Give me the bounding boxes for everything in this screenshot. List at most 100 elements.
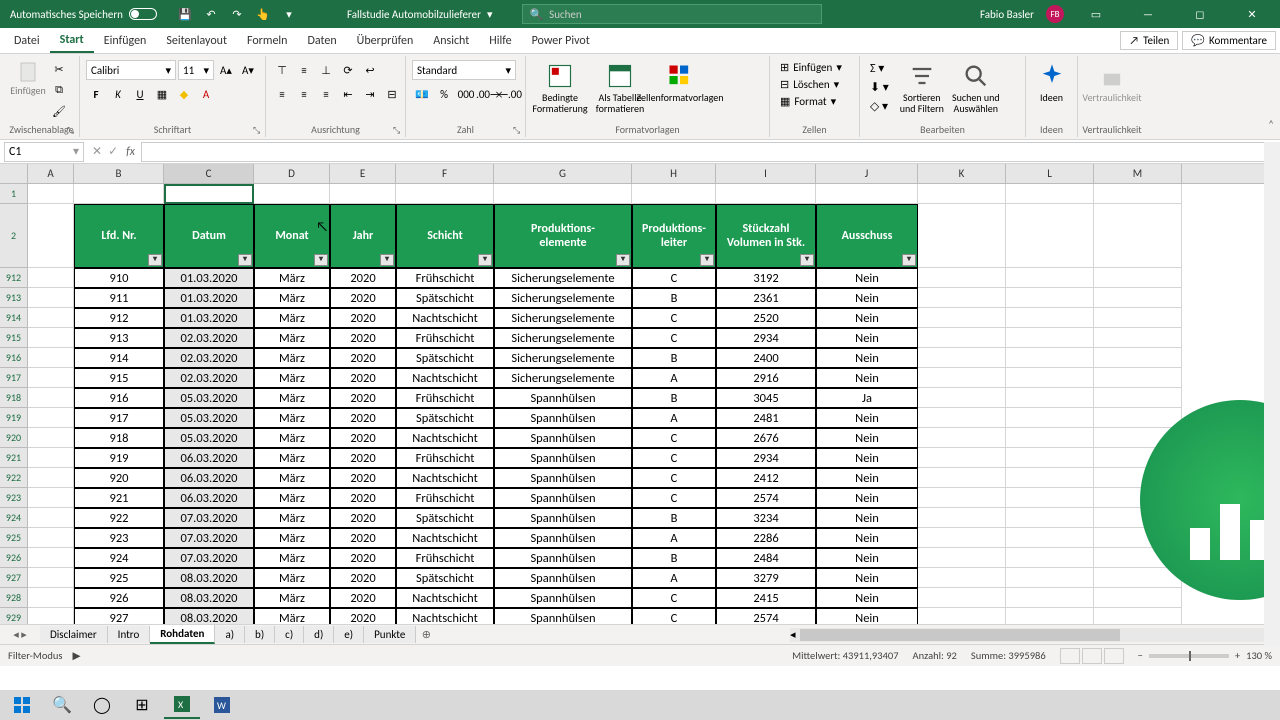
table-cell[interactable]: 2020 <box>330 608 396 624</box>
table-cell[interactable]: Nein <box>816 488 918 508</box>
row-header[interactable]: 922 <box>0 468 28 488</box>
table-header-produktionselemente[interactable]: Produktions- elemente▾ <box>494 204 632 268</box>
vertical-scrollbar[interactable] <box>1264 142 1280 646</box>
table-cell[interactable]: A <box>632 568 716 588</box>
table-cell[interactable]: Frühschicht <box>396 268 494 288</box>
paste-button[interactable]: Einfügen <box>10 60 46 96</box>
tab-data[interactable]: Daten <box>297 30 346 52</box>
table-cell[interactable]: Sicherungselemente <box>494 308 632 328</box>
table-cell[interactable]: B <box>632 348 716 368</box>
maximize-icon[interactable]: ◻ <box>1180 0 1220 28</box>
bold-button[interactable]: F <box>86 84 106 104</box>
filter-icon[interactable]: ▾ <box>148 254 162 266</box>
table-cell[interactable]: 915 <box>74 368 164 388</box>
table-cell[interactable]: Sicherungselemente <box>494 348 632 368</box>
sheet-tab-b[interactable]: b) <box>245 626 275 643</box>
table-cell[interactable]: 05.03.2020 <box>164 388 254 408</box>
table-cell[interactable]: 2020 <box>330 548 396 568</box>
col-header-f[interactable]: F <box>396 164 494 183</box>
close-icon[interactable]: ✕ <box>1232 0 1272 28</box>
collapse-ribbon-icon[interactable]: ˄ <box>1268 118 1274 131</box>
customize-qat-icon[interactable]: ▾ <box>281 6 297 22</box>
filter-icon[interactable]: ▾ <box>902 254 916 266</box>
formula-input[interactable] <box>141 142 1280 162</box>
col-header-m[interactable]: M <box>1094 164 1182 183</box>
ideas-button[interactable]: Ideen <box>1032 60 1071 103</box>
tab-home[interactable]: Start <box>50 29 94 53</box>
view-pagebreak-icon[interactable] <box>1104 648 1124 664</box>
table-cell[interactable]: 2286 <box>716 528 816 548</box>
document-title[interactable]: Fallstudie Automobilzulieferer ▾ <box>347 8 493 21</box>
col-header-h[interactable]: H <box>632 164 716 183</box>
table-cell[interactable]: 06.03.2020 <box>164 488 254 508</box>
table-cell[interactable]: Frühschicht <box>396 488 494 508</box>
col-header-i[interactable]: I <box>716 164 816 183</box>
table-cell[interactable]: 924 <box>74 548 164 568</box>
decrease-decimal-icon[interactable]: ←.00 <box>500 84 520 104</box>
table-header-lfdnr[interactable]: Lfd. Nr.▾ <box>74 204 164 268</box>
table-cell[interactable]: C <box>632 268 716 288</box>
table-cell[interactable]: März <box>254 368 330 388</box>
table-cell[interactable]: 923 <box>74 528 164 548</box>
row-header[interactable]: 917 <box>0 368 28 388</box>
filter-icon[interactable]: ▾ <box>616 254 630 266</box>
table-cell[interactable]: Nein <box>816 528 918 548</box>
table-cell[interactable]: März <box>254 488 330 508</box>
table-cell[interactable]: Frühschicht <box>396 548 494 568</box>
table-cell[interactable]: Nein <box>816 368 918 388</box>
table-cell[interactable]: C <box>632 588 716 608</box>
table-cell[interactable]: 2020 <box>330 408 396 428</box>
table-cell[interactable]: C <box>632 328 716 348</box>
table-cell[interactable]: Nachtschicht <box>396 528 494 548</box>
row-header[interactable]: 927 <box>0 568 28 588</box>
table-cell[interactable]: Nachtschicht <box>396 368 494 388</box>
row-header[interactable]: 2 <box>0 204 28 268</box>
table-cell[interactable]: 2916 <box>716 368 816 388</box>
table-cell[interactable]: 02.03.2020 <box>164 348 254 368</box>
zoom-in-icon[interactable]: + <box>1235 649 1240 662</box>
table-cell[interactable]: Spannhülsen <box>494 528 632 548</box>
table-cell[interactable]: Nachtschicht <box>396 428 494 448</box>
name-box[interactable]: C1▾ <box>4 142 84 162</box>
zoom-level[interactable]: 130 % <box>1246 649 1272 662</box>
table-cell[interactable]: Nachtschicht <box>396 308 494 328</box>
table-cell[interactable]: Spannhülsen <box>494 388 632 408</box>
row-header[interactable]: 923 <box>0 488 28 508</box>
enter-formula-icon[interactable]: ✓ <box>108 144 118 159</box>
fx-icon[interactable]: fx <box>126 145 141 159</box>
increase-indent-icon[interactable]: ⇥ <box>360 84 380 104</box>
table-cell[interactable]: 3045 <box>716 388 816 408</box>
table-cell[interactable]: 2020 <box>330 308 396 328</box>
table-cell[interactable]: Spannhülsen <box>494 448 632 468</box>
table-cell[interactable]: Spannhülsen <box>494 568 632 588</box>
tab-powerpivot[interactable]: Power Pivot <box>522 30 600 52</box>
font-size-combo[interactable]: 11▾ <box>178 60 214 80</box>
col-header-j[interactable]: J <box>816 164 918 183</box>
tab-review[interactable]: Überprüfen <box>347 30 424 52</box>
table-cell[interactable]: Nein <box>816 268 918 288</box>
table-cell[interactable]: 2520 <box>716 308 816 328</box>
underline-button[interactable]: U <box>130 84 150 104</box>
start-button[interactable] <box>4 691 40 719</box>
select-all-triangle[interactable] <box>0 164 28 183</box>
table-cell[interactable]: Sicherungselemente <box>494 268 632 288</box>
table-cell[interactable]: C <box>632 488 716 508</box>
sort-filter-button[interactable]: Sortieren und Filtern <box>897 60 947 114</box>
table-cell[interactable]: 2361 <box>716 288 816 308</box>
table-cell[interactable]: März <box>254 548 330 568</box>
table-cell[interactable]: 2020 <box>330 528 396 548</box>
table-cell[interactable]: 2676 <box>716 428 816 448</box>
table-cell[interactable]: Spätschicht <box>396 348 494 368</box>
table-cell[interactable]: 925 <box>74 568 164 588</box>
table-cell[interactable]: Frühschicht <box>396 388 494 408</box>
table-cell[interactable]: 2574 <box>716 488 816 508</box>
comma-format-icon[interactable]: 000 <box>456 84 476 104</box>
table-cell[interactable]: Nein <box>816 588 918 608</box>
dialog-launcher-icon[interactable]: ⤡ <box>253 125 263 135</box>
filter-icon[interactable]: ▾ <box>238 254 252 266</box>
tab-help[interactable]: Hilfe <box>479 30 521 52</box>
copy-icon[interactable]: ⧉ <box>50 81 68 99</box>
sheet-tab-a[interactable]: a) <box>215 626 245 643</box>
find-select-button[interactable]: Suchen und Auswählen <box>951 60 1001 114</box>
row-header[interactable]: 919 <box>0 408 28 428</box>
